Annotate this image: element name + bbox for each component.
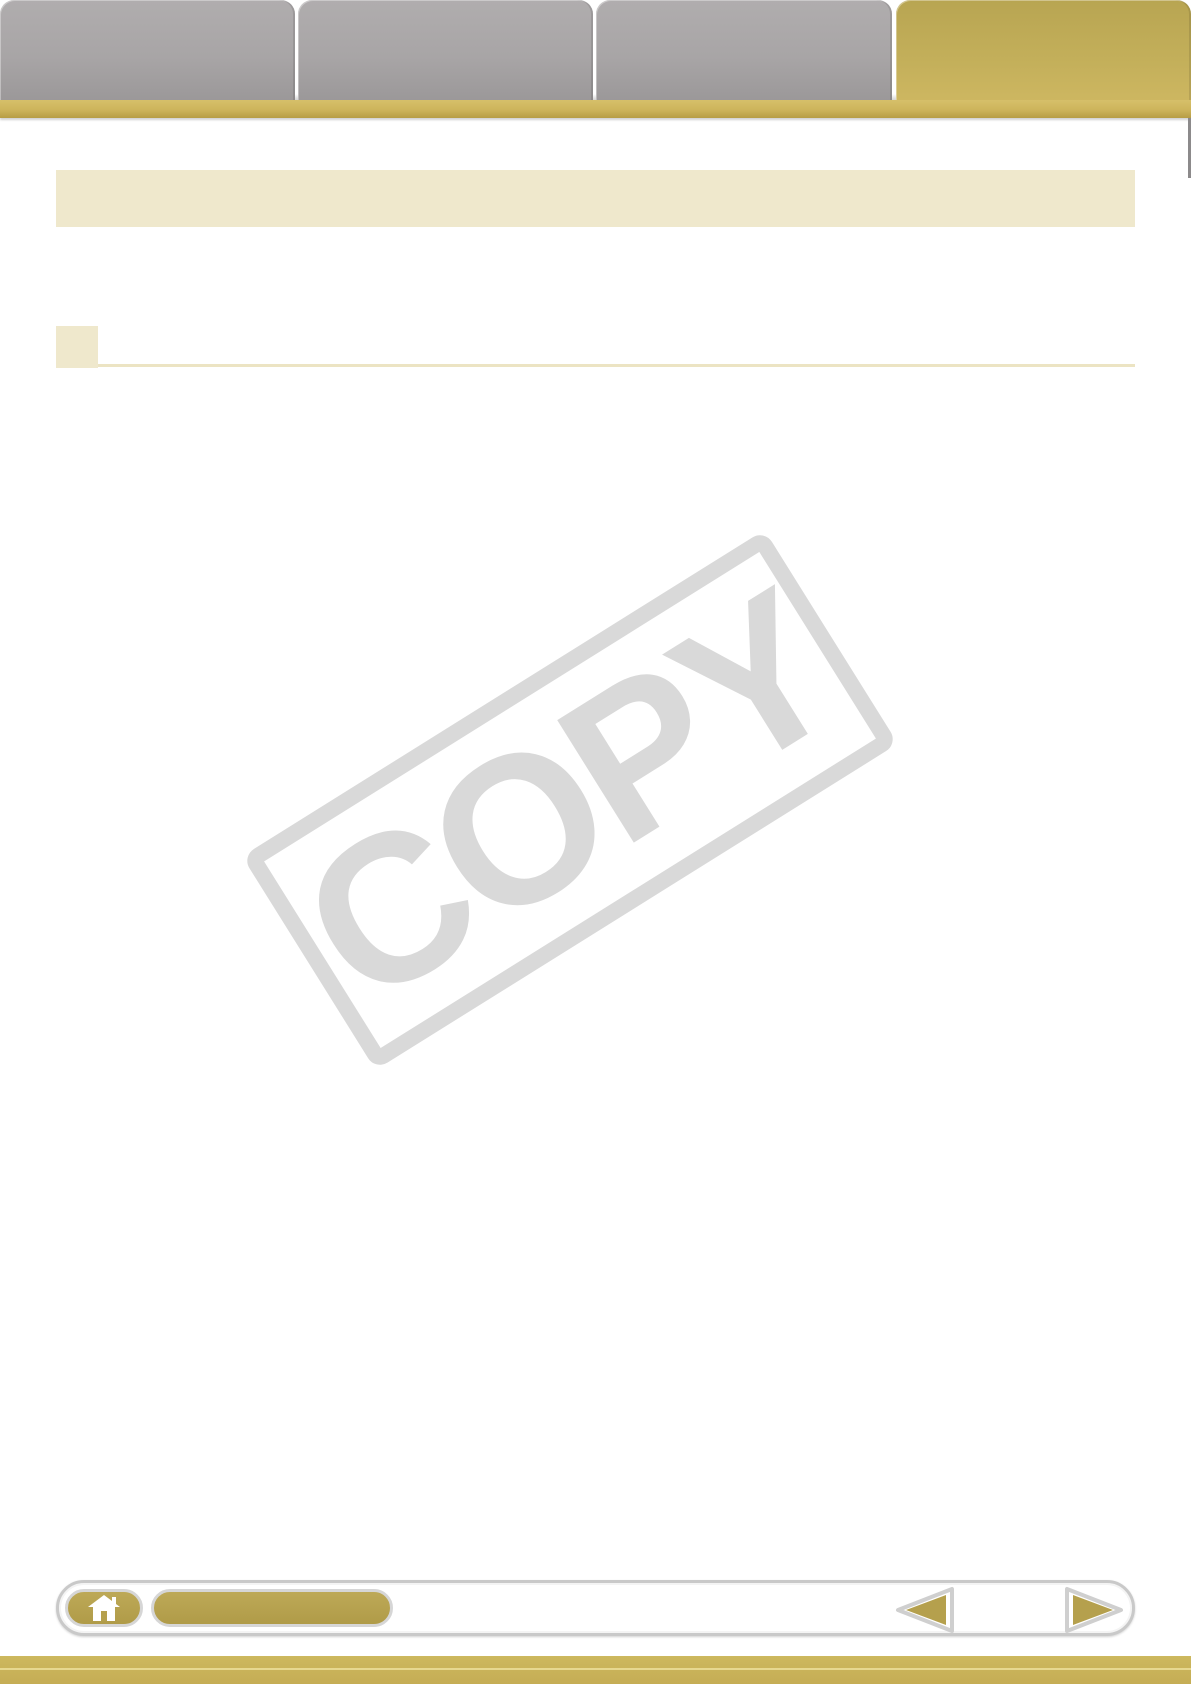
tab-bar — [0, 0, 1191, 120]
watermark-text: COPY — [264, 545, 875, 1049]
tab-2[interactable] — [298, 0, 593, 104]
section-rule — [98, 364, 1135, 367]
tab-1[interactable] — [0, 0, 295, 104]
section-marker — [56, 326, 98, 368]
home-button[interactable] — [65, 1589, 143, 1627]
page-title-band — [56, 170, 1135, 227]
bottom-rail — [0, 1656, 1191, 1684]
next-page-button[interactable] — [1061, 1585, 1125, 1635]
tab-rail — [0, 100, 1191, 118]
chapter-button[interactable] — [151, 1589, 393, 1627]
bottom-rail-highlight — [0, 1668, 1191, 1670]
home-icon — [88, 1595, 120, 1621]
copy-watermark: COPY — [247, 535, 893, 1065]
tab-3[interactable] — [596, 0, 892, 104]
bottom-nav — [56, 1580, 1135, 1636]
tab-4-active[interactable] — [896, 0, 1191, 108]
section-heading — [56, 326, 1135, 368]
previous-page-button[interactable] — [894, 1585, 958, 1635]
